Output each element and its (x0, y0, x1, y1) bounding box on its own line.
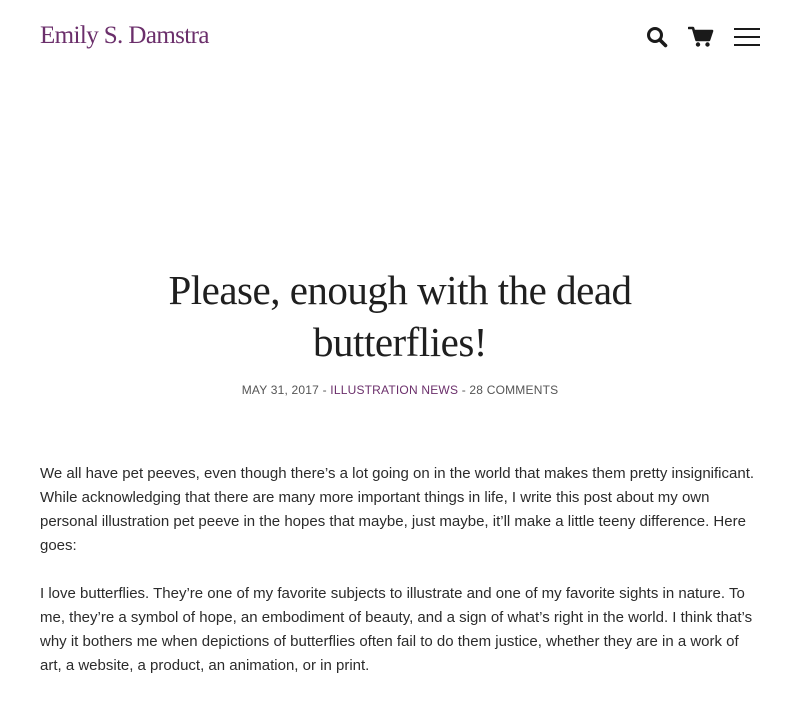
menu-icon[interactable] (734, 26, 760, 48)
post-comments-link[interactable]: 28 Comments (469, 383, 558, 397)
search-icon[interactable] (646, 26, 668, 48)
post-paragraph: I love butterflies. They’re one of my fa… (40, 585, 753, 674)
site-logo[interactable]: Emily S. Damstra (40, 22, 209, 50)
meta-separator: - (458, 383, 470, 397)
site-header: Emily S. Damstra (0, 0, 800, 80)
meta-separator: - (319, 383, 331, 397)
post-category-link[interactable]: Illustration News (330, 383, 458, 397)
post-body: We all have pet peeves, even though ther… (40, 462, 760, 702)
header-icons (646, 26, 760, 48)
post-paragraph: We all have pet peeves, even though ther… (40, 465, 755, 554)
post-date: May 31, 2017 (241, 383, 320, 397)
post-meta: May 31, 2017 - Illustration News - 28 Co… (0, 383, 800, 397)
cart-icon[interactable] (688, 26, 714, 48)
post-title: Please, enough with the dead butterflies… (168, 267, 632, 365)
